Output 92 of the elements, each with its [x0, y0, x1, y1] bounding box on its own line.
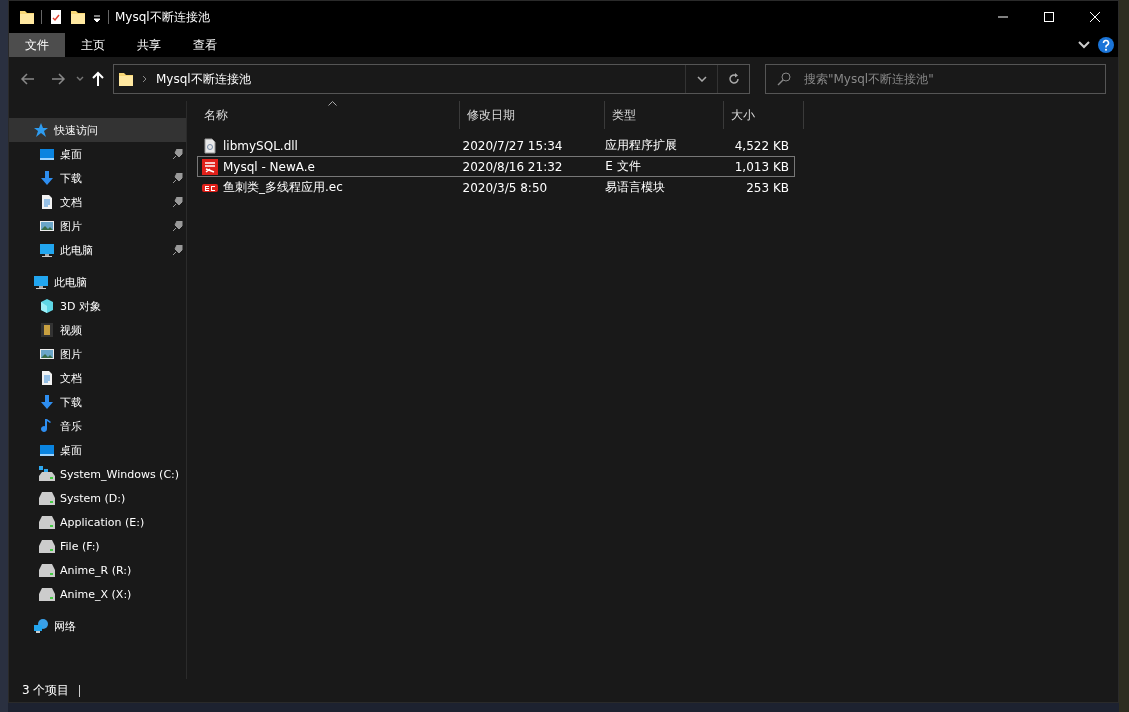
close-icon: [1090, 12, 1100, 22]
pin-icon: [173, 173, 183, 183]
cube-icon: [39, 298, 55, 314]
network-globe-icon: [33, 618, 49, 634]
settings-file-icon: [202, 137, 218, 154]
chevron-right-icon: [142, 75, 148, 83]
column-header[interactable]: 大小: [724, 101, 804, 129]
back-arrow-icon: [20, 71, 36, 87]
nav-item[interactable]: 视频: [9, 318, 186, 342]
drive-icon: [39, 514, 55, 530]
column-header[interactable]: 类型: [605, 101, 724, 129]
address-bar[interactable]: Mysql不断连接池: [113, 64, 750, 94]
nav-item[interactable]: 下载: [9, 166, 186, 190]
nav-item[interactable]: 网络: [9, 614, 186, 638]
nav-item[interactable]: Anime_X (X:): [9, 582, 186, 606]
monitor-icon: [39, 442, 55, 458]
file-size: 4,522 KB: [733, 138, 790, 153]
nav-item[interactable]: File (F:): [9, 534, 186, 558]
drive-icon: [39, 586, 55, 602]
file-type: 易语言模块: [604, 179, 667, 196]
nav-item[interactable]: 图片: [9, 342, 186, 366]
down-arrow-icon: [39, 170, 55, 186]
pin-icon: [173, 221, 183, 231]
picture-icon: [39, 346, 55, 362]
column-header[interactable]: 名称: [197, 101, 460, 129]
document-icon: [39, 370, 55, 386]
folder-icon[interactable]: [19, 9, 35, 25]
nav-item[interactable]: 3D 对象: [9, 294, 186, 318]
pin-icon: [173, 197, 183, 207]
help-icon[interactable]: [1098, 37, 1114, 53]
nav-item[interactable]: 桌面: [9, 142, 186, 166]
ribbon-tab[interactable]: 查看: [177, 33, 233, 57]
nav-item[interactable]: 文档: [9, 366, 186, 390]
drive-icon: [39, 538, 55, 554]
window-title: Mysql不断连接池: [115, 8, 211, 26]
ribbon-tab[interactable]: 文件: [9, 33, 65, 57]
nav-item[interactable]: 图片: [9, 214, 186, 238]
file-logo-icon: [202, 158, 218, 175]
chevron-down-icon: [76, 76, 84, 82]
nav-item[interactable]: 文档: [9, 190, 186, 214]
up-arrow-icon: [91, 71, 105, 87]
down-arrow-icon: [39, 394, 55, 410]
folder-icon: [118, 71, 134, 87]
nav-item[interactable]: 快速访问: [9, 118, 186, 142]
nav-item[interactable]: 桌面: [9, 438, 186, 462]
chevron-down-icon[interactable]: [1078, 41, 1090, 49]
film-icon: [39, 322, 55, 338]
modified-date: 2020/7/27 15:34: [461, 138, 564, 153]
file-type: E 文件: [604, 158, 642, 175]
item-count: 3 个项目: [22, 682, 70, 699]
nav-item[interactable]: 此电脑: [9, 270, 186, 294]
folder-icon[interactable]: [70, 9, 86, 25]
file-type: 应用程序扩展: [604, 137, 679, 154]
document-icon: [39, 194, 55, 210]
file-size: 253 KB: [745, 180, 790, 195]
address-path[interactable]: Mysql不断连接池: [156, 70, 251, 88]
search-field[interactable]: 搜索"Mysql不断连接池": [765, 64, 1106, 94]
modified-date: 2020/8/16 21:32: [461, 159, 564, 174]
ribbon-tab[interactable]: 主页: [65, 33, 121, 57]
modified-date: 2020/3/5 8:50: [461, 180, 549, 195]
file-name: libmySQL.dll: [223, 138, 298, 153]
nav-item[interactable]: 下载: [9, 390, 186, 414]
monitor-icon: [39, 242, 55, 258]
checklist-icon[interactable]: [48, 9, 64, 25]
file-name: Mysql - NewA.e: [223, 159, 315, 174]
file-row[interactable]: 鱼刺类_多线程应用.ec 2020/3/5 8:50 易语言模块 253 KB: [197, 177, 795, 198]
nav-item[interactable]: System (D:): [9, 486, 186, 510]
nav-item[interactable]: 此电脑: [9, 238, 186, 262]
drive-icon: [39, 490, 55, 506]
nav-item[interactable]: System_Windows (C:): [9, 462, 186, 486]
file-row[interactable]: Mysql - NewA.e 2020/8/16 21:32 E 文件 1,013 KB: [197, 156, 795, 177]
nav-item[interactable]: 音乐: [9, 414, 186, 438]
picture-icon: [39, 218, 55, 234]
drive-icon: [39, 466, 55, 482]
search-icon: [777, 72, 791, 86]
file-size: 1,013 KB: [733, 159, 790, 174]
chevron-down-icon: [696, 76, 707, 82]
drive-icon: [39, 562, 55, 578]
file-name: 鱼刺类_多线程应用.ec: [223, 179, 343, 196]
ribbon-tab[interactable]: 共享: [121, 33, 177, 57]
pin-icon: [173, 245, 183, 255]
monitor-icon: [39, 146, 55, 162]
maximize-icon: [1044, 12, 1054, 22]
nav-item[interactable]: Anime_R (R:): [9, 558, 186, 582]
refresh-icon: [726, 72, 741, 86]
forward-arrow-icon: [50, 71, 66, 87]
pin-icon: [173, 149, 183, 159]
nav-item[interactable]: Application (E:): [9, 510, 186, 534]
monitor-icon: [33, 274, 49, 290]
column-header[interactable]: 修改日期: [460, 101, 605, 129]
star-icon: [33, 122, 49, 138]
file-row[interactable]: libmySQL.dll 2020/7/27 15:34 应用程序扩展 4,522 KB: [197, 135, 795, 156]
